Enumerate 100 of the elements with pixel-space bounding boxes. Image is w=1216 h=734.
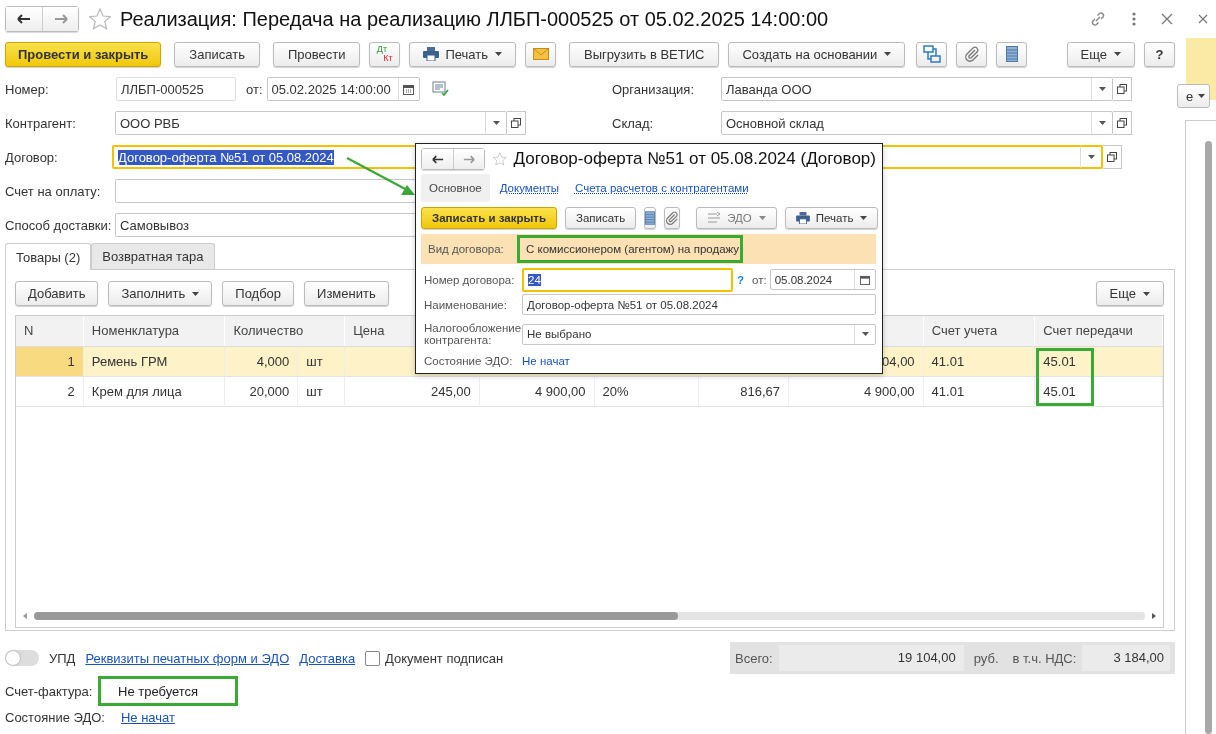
column-header[interactable]: Номенклатура — [83, 316, 226, 346]
document-check-icon[interactable] — [431, 81, 450, 97]
close-icon[interactable] — [1161, 13, 1173, 25]
counterparty-field[interactable]: ООО РВБ — [115, 111, 507, 135]
table-button[interactable]: Подбор — [222, 281, 295, 306]
menu-button[interactable]: Создать на основании — [728, 41, 906, 67]
back-button[interactable] — [422, 149, 453, 169]
save-button[interactable]: Записать — [565, 207, 637, 229]
list-button[interactable] — [644, 207, 657, 229]
number-field[interactable]: ЛЛБП-000525 — [116, 77, 236, 101]
organization-field[interactable]: Лаванда ООО — [721, 77, 1113, 101]
print-button[interactable]: Печать — [784, 207, 879, 229]
date-field[interactable]: 05.02.2025 14:00:00 — [266, 77, 420, 101]
table-cell: Крем для лица — [83, 377, 226, 406]
table-cell: Ремень ГРМ — [83, 347, 226, 376]
right-arrow-icon — [53, 14, 68, 24]
email-button[interactable] — [525, 41, 556, 67]
contract-type-field[interactable]: С комиссионером (агентом) на продажу — [517, 235, 743, 263]
edo-menu-button[interactable]: ЭДО — [696, 207, 777, 229]
tab[interactable]: Возвратная тара — [91, 243, 215, 269]
checkbox[interactable] — [365, 650, 381, 666]
open-button[interactable] — [507, 111, 526, 135]
star-icon[interactable] — [89, 8, 111, 30]
currency-label: руб. — [973, 650, 999, 666]
fill-menu-button[interactable]: Заполнить — [108, 281, 213, 306]
link[interactable]: Реквизиты печатных форм и ЭДО — [85, 650, 290, 666]
table-cell: 4,000 — [225, 347, 299, 376]
table-cell: 245,00 — [345, 377, 480, 406]
edo-status-link[interactable]: Не начат — [120, 709, 175, 725]
caret-icon — [1098, 87, 1106, 91]
help-button[interactable]: ? — [1144, 41, 1175, 67]
vat-value: 3 184,00 — [1082, 645, 1170, 671]
caret-icon — [192, 291, 200, 296]
open-button[interactable] — [1113, 77, 1132, 101]
table-cell: шт — [298, 347, 346, 376]
arrow — [346, 157, 415, 195]
open-button[interactable] — [1113, 111, 1132, 135]
column-header[interactable]: Счет учета — [923, 316, 1036, 346]
field-label: Номер: — [5, 81, 50, 97]
structure-icon — [922, 45, 941, 63]
save-and-close-button[interactable]: Записать и закрыть — [421, 207, 557, 229]
column-header[interactable]: N — [16, 316, 84, 346]
vertical-scrollbar[interactable] — [1205, 141, 1212, 734]
caret-icon — [758, 216, 766, 220]
envelope-icon — [532, 48, 549, 60]
more-icon[interactable] — [1131, 11, 1137, 27]
print-button[interactable]: Печать — [409, 41, 516, 67]
attach-button[interactable] — [664, 207, 681, 229]
toolbar-button[interactable]: Записать — [174, 41, 260, 67]
table-cell: 2 — [16, 377, 84, 406]
date-field[interactable]: 05.08.2024 — [769, 269, 876, 290]
help-link[interactable]: ? — [737, 273, 745, 286]
open-button[interactable] — [1103, 145, 1122, 169]
toolbar-button[interactable]: Провести — [272, 41, 361, 67]
table-button[interactable]: Изменить — [304, 281, 389, 306]
table-cell: 45.01 — [1035, 377, 1163, 406]
invoice-value: Не требуется — [98, 676, 238, 706]
link-icon[interactable] — [1089, 10, 1107, 28]
table-cell: 45.01 — [1035, 347, 1163, 376]
table-button[interactable]: Добавить — [15, 281, 99, 306]
close-icon[interactable] — [1198, 14, 1208, 24]
field-label: Организация: — [612, 81, 696, 97]
table-cell: шт — [298, 377, 346, 406]
caret-icon — [492, 121, 500, 125]
windows-icon — [511, 118, 521, 128]
attach-button[interactable] — [956, 41, 988, 67]
table-cell: 41.01 — [923, 377, 1036, 406]
paperclip-icon — [963, 46, 980, 62]
toolbar-button[interactable]: Выгрузить в ВЕТИС — [569, 41, 720, 67]
window-title: Реализация: Передача на реализацию ЛЛБП-000525 от 05.02.2025 14:00:00 — [120, 7, 829, 31]
link[interactable]: Доставка — [299, 650, 356, 666]
structure-button[interactable] — [916, 41, 948, 67]
back-button[interactable] — [6, 7, 42, 31]
more-button[interactable]: Еще — [1066, 41, 1135, 67]
list-button[interactable] — [996, 41, 1028, 67]
caret-icon — [860, 216, 868, 220]
column-header[interactable]: Количество — [225, 316, 346, 346]
edo-status-link[interactable]: Не начат — [522, 355, 570, 367]
tab[interactable]: Основное — [421, 174, 490, 202]
tab[interactable]: Документы — [493, 175, 565, 201]
name-field[interactable]: Договор-оферта №51 от 05.08.2024 — [522, 294, 876, 315]
field-label: Счет на оплату: — [5, 183, 102, 199]
tab[interactable]: Товары (2) — [5, 243, 92, 270]
contract-number-field[interactable]: 24 — [522, 267, 733, 292]
warehouse-field[interactable]: Основной склад — [721, 111, 1113, 135]
windows-icon — [1107, 152, 1117, 162]
star-icon[interactable] — [493, 149, 507, 169]
debit-credit-button[interactable]: Дт Кт — [369, 41, 401, 67]
tab[interactable]: Счета расчетов с контрагентами — [569, 175, 755, 201]
column-header[interactable]: Счет передачи — [1035, 316, 1163, 346]
list-icon — [1005, 46, 1018, 62]
post-and-close-button[interactable]: Провести и закрыть — [5, 41, 162, 67]
paperclip-icon — [665, 211, 680, 225]
horizontal-scrollbar[interactable] — [22, 611, 1157, 621]
more-button[interactable]: Еще — [1095, 281, 1164, 306]
caret-icon — [1087, 155, 1095, 159]
toggle-switch[interactable] — [5, 650, 39, 666]
total-value: 19 104,00 — [778, 645, 964, 671]
taxation-field[interactable]: Не выбрано — [522, 323, 876, 345]
more-button[interactable]: е — [1177, 84, 1211, 108]
